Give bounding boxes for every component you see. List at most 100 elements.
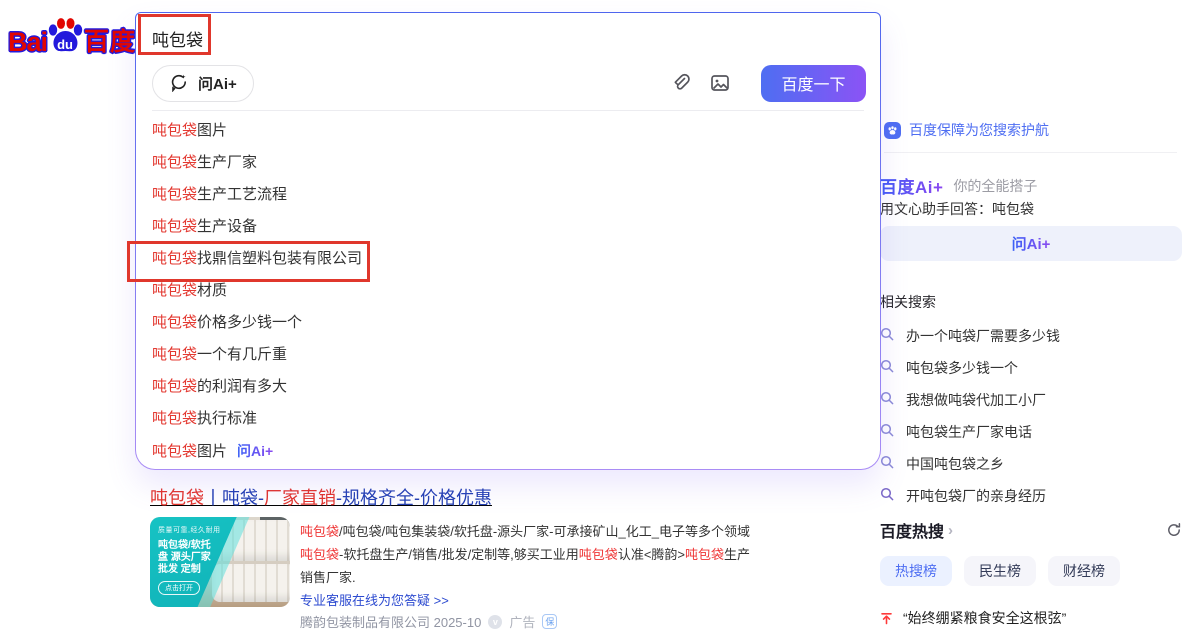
suggestion-item[interactable]: 吨包袋材质 — [136, 275, 880, 307]
desc-highlight: 吨包袋 — [685, 547, 724, 562]
ai-answer-text: 用文心助手回答：吨包袋 — [880, 199, 1034, 219]
title-segment-blue: -规格齐全-价格优惠 — [336, 488, 492, 508]
suggestion-item[interactable]: 吨包袋生产厂家 — [136, 147, 880, 179]
tab-finance-list[interactable]: 财经榜 — [1048, 556, 1120, 586]
desc-highlight: 吨包袋 — [579, 547, 618, 562]
suggestion-highlight: 吨包袋 — [152, 122, 197, 139]
suggestion-highlight: 吨包袋 — [152, 218, 197, 235]
magnifier-icon — [880, 455, 894, 474]
related-search-text: 我想做吨袋代加工小厂 — [906, 390, 1046, 410]
desc-line-2: 吨包袋-软托盘生产/销售/批发/定制等,够买工业用吨包袋认准<腾韵>吨包袋生产 — [300, 543, 770, 566]
suggestion-highlight: 吨包袋 — [152, 443, 197, 460]
hot-search-items: “始终绷紧粮食安全这根弦” 1 知乎崩了 新 — [880, 602, 1182, 642]
suggestion-rest: 的利润有多大 — [197, 378, 287, 395]
related-search-item[interactable]: 中国吨包袋之乡 — [880, 448, 1060, 480]
result-title-link[interactable]: 吨包袋丨吨袋-厂家直销-规格齐全-价格优惠 — [150, 484, 870, 510]
logo-text-du: du — [57, 37, 73, 52]
thumb-cta-pill: 点击打开 — [158, 581, 200, 595]
related-search-text: 吨包袋生产厂家电话 — [906, 422, 1032, 442]
result-description: 吨包袋/吨包袋/吨包集装袋/软托盘-源头厂家-可承接矿山_化工_电子等多个领域 … — [300, 520, 770, 589]
suggestion-list: 吨包袋图片 吨包袋生产厂家 吨包袋生产工艺流程 吨包袋生产设备 吨包袋找鼎信塑料… — [136, 115, 880, 467]
suggestion-highlight: 吨包袋 — [152, 154, 197, 171]
guarantee-paw-icon — [884, 122, 901, 139]
desc-text: -软托盘生产/销售/批发/定制等,够买工业用 — [339, 547, 579, 562]
suggestion-item[interactable]: 吨包袋图片 — [136, 115, 880, 147]
ask-ai-sidebar-button[interactable]: 问Ai+ — [880, 226, 1182, 261]
related-search-item[interactable]: 办一个吨袋厂需要多少钱 — [880, 320, 1060, 352]
desc-text: 认准<腾韵> — [618, 547, 685, 562]
guarantee-text: 百度保障为您搜索护航 — [909, 120, 1049, 140]
desc-line-1: 吨包袋/吨包袋/吨包集装袋/软托盘-源头厂家-可承接矿山_化工_电子等多个领域 — [300, 520, 770, 543]
refresh-icon[interactable] — [1166, 522, 1182, 538]
suggestion-item-highlighted[interactable]: 吨包袋找鼎信塑料包装有限公司 — [136, 243, 880, 275]
pinned-top-icon — [880, 612, 893, 625]
hot-search-item-1[interactable]: 1 知乎崩了 新 — [880, 634, 1182, 642]
thumb-main-text: 吨包袋/软托盘 源头厂家批发 定制 — [158, 540, 220, 576]
image-search-icon[interactable] — [709, 72, 731, 94]
suggestion-item[interactable]: 吨包袋生产设备 — [136, 211, 880, 243]
search-input[interactable]: 吨包袋 — [152, 26, 203, 51]
hot-search-title[interactable]: 百度热搜 — [880, 518, 944, 542]
source-name-and-date: 腾韵包装制品有限公司 2025-10 — [300, 612, 481, 631]
hot-search-section: 百度热搜 › 热搜榜 民生榜 财经榜 — [880, 518, 1182, 642]
suggestion-rest: 找鼎信塑料包装有限公司 — [197, 250, 362, 267]
desc-line-3: 销售厂家. — [300, 566, 770, 589]
suggestion-highlight: 吨包袋 — [152, 186, 197, 203]
tab-livelihood-list[interactable]: 民生榜 — [964, 556, 1036, 586]
desc-highlight: 吨包袋 — [300, 524, 339, 539]
suggestion-rest: 一个有几斤重 — [197, 346, 287, 363]
refresh-chat-icon — [169, 72, 191, 94]
suggestion-highlight: 吨包袋 — [152, 250, 197, 267]
baidu-logo[interactable]: Bai du 百度 — [8, 16, 136, 58]
baidu-paw-icon: du — [45, 16, 85, 58]
related-search-text: 开吨包袋厂的亲身经历 — [906, 486, 1046, 506]
suggestion-item[interactable]: 吨包袋图片问Ai+ — [136, 435, 880, 467]
attachment-paperclip-icon[interactable] — [669, 72, 691, 94]
baidu-search-button[interactable]: 百度一下 — [761, 65, 866, 102]
hot-search-item-top[interactable]: “始终绷紧粮食安全这根弦” — [880, 602, 1182, 634]
related-search-item[interactable]: 我想做吨袋代加工小厂 — [880, 384, 1060, 416]
ask-ai-sidebar-label: 问Ai+ — [1012, 233, 1051, 254]
suggestion-highlight: 吨包袋 — [152, 314, 197, 331]
related-search-item[interactable]: 吨包袋生产厂家电话 — [880, 416, 1060, 448]
search-result-ad: 吨包袋丨吨袋-厂家直销-规格齐全-价格优惠 质量可靠,经久耐用 吨包袋/软托盘 … — [150, 484, 870, 510]
suggestion-item[interactable]: 吨包袋一个有几斤重 — [136, 339, 880, 371]
result-thumbnail[interactable]: 质量可靠,经久耐用 吨包袋/软托盘 源头厂家批发 定制 点击打开 — [150, 517, 290, 607]
title-segment-red: 吨包袋 — [150, 488, 204, 508]
magnifier-icon — [880, 487, 894, 506]
desc-text: 生产 — [724, 547, 750, 562]
suggestion-rest: 生产厂家 — [197, 154, 257, 171]
suggestion-highlight: 吨包袋 — [152, 378, 197, 395]
suggestion-item[interactable]: 吨包袋价格多少钱一个 — [136, 307, 880, 339]
related-search-text: 吨包袋多少钱一个 — [906, 358, 1018, 378]
magnifier-icon — [880, 423, 894, 442]
related-search-item[interactable]: 开吨包袋厂的亲身经历 — [880, 480, 1060, 512]
ask-ai-suffix[interactable]: 问Ai+ — [237, 443, 273, 459]
baidu-guarantee-link[interactable]: 百度保障为您搜索护航 — [884, 120, 1049, 140]
suggestion-rest: 价格多少钱一个 — [197, 314, 302, 331]
sidebar-divider — [884, 152, 1177, 153]
tab-hot-list[interactable]: 热搜榜 — [880, 556, 952, 586]
suggestion-rest: 图片 — [197, 443, 227, 460]
suggestion-highlight: 吨包袋 — [152, 282, 197, 299]
related-search-text: 办一个吨袋厂需要多少钱 — [906, 326, 1060, 346]
ask-ai-pill-button[interactable]: 问Ai+ — [152, 65, 254, 102]
suggestion-item[interactable]: 吨包袋的利润有多大 — [136, 371, 880, 403]
related-search-item[interactable]: 吨包袋多少钱一个 — [880, 352, 1060, 384]
verified-icon: v — [488, 615, 502, 629]
ask-ai-label: 问Ai+ — [198, 73, 237, 94]
thumb-copy: 质量可靠,经久耐用 吨包袋/软托盘 源头厂家批发 定制 点击打开 — [158, 525, 220, 595]
suggestion-rest: 执行标准 — [197, 410, 257, 427]
suggestion-highlight: 吨包袋 — [152, 410, 197, 427]
suggestion-item[interactable]: 吨包袋生产工艺流程 — [136, 179, 880, 211]
suggestion-item[interactable]: 吨包袋执行标准 — [136, 403, 880, 435]
baidu-ai-brand: 百度Ai+ — [880, 173, 943, 198]
ai-tagline: 你的全能搭子 — [953, 176, 1037, 196]
baidu-search-page: Bai du 百度 吨包袋 — [0, 0, 1187, 642]
result-source-row: 腾韵包装制品有限公司 2025-10 v 广告 保 — [300, 612, 557, 631]
toolbar-divider — [152, 110, 864, 111]
related-search-text: 中国吨包袋之乡 — [906, 454, 1004, 474]
ai-brand-row: 百度Ai+ 你的全能搭子 — [880, 173, 1037, 198]
customer-service-link[interactable]: 专业客服在线为您答疑 >> — [300, 590, 449, 609]
suggestion-rest: 生产设备 — [197, 218, 257, 235]
